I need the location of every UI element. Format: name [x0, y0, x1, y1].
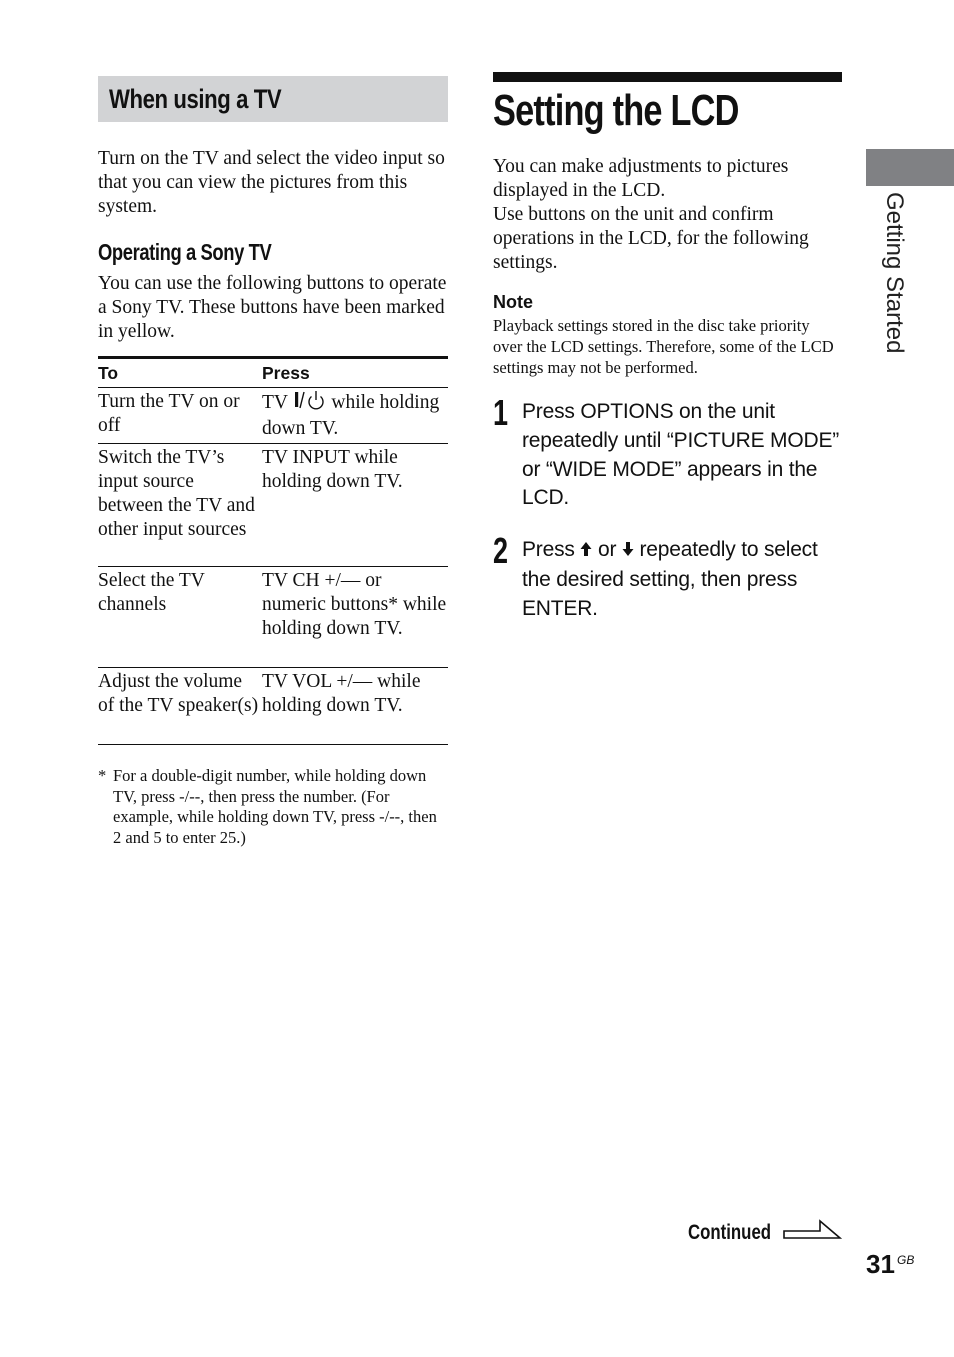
step-text-a: Press	[522, 538, 581, 561]
sub-heading-operating-sony-tv: Operating a Sony TV	[98, 239, 272, 265]
column-header-to: To	[98, 356, 262, 388]
note-text: Playback settings stored in the disc tak…	[493, 316, 834, 377]
page-number-suffix: GB	[897, 1253, 915, 1267]
continued-arrow-icon	[782, 1218, 843, 1247]
table-row: Switch the TV’s input source between the…	[98, 443, 448, 567]
intro-line-2: Use buttons on the unit and confirm oper…	[493, 204, 809, 273]
intro-paragraph: Turn on the TV and select the video inpu…	[98, 148, 445, 217]
table-header-row: To Press	[98, 356, 448, 388]
step-text: Press OPTIONS on the unit repeatedly unt…	[522, 400, 840, 510]
cell-to: Adjust the volume of the TV speaker(s)	[98, 667, 262, 745]
continued-indicator: Continued	[688, 1218, 843, 1247]
table-row: Adjust the volume of the TV speaker(s) T…	[98, 667, 448, 745]
footnote-marker: *	[98, 766, 107, 785]
down-arrow-icon	[622, 537, 634, 566]
footnote: * For a double-digit number, while holdi…	[98, 766, 448, 849]
table-row: Turn the TV on or off TV while holding d…	[98, 387, 448, 444]
page-number: 31	[866, 1249, 895, 1279]
page-title: Setting the LCD	[493, 86, 739, 135]
cell-to: Select the TV channels	[98, 566, 262, 668]
step-number: 2	[493, 530, 509, 571]
tv-operation-table: To Press Turn the TV on or off TV while …	[98, 356, 448, 745]
sub-body-paragraph: You can use the following buttons to ope…	[98, 273, 447, 342]
power-toggle-icon	[293, 390, 327, 417]
step-text: Press or repeatedly to select the desire…	[522, 536, 842, 623]
footnote-text: For a double-digit number, while holding…	[113, 766, 437, 848]
up-arrow-icon	[580, 537, 592, 566]
cell-press: TV CH +/— or numeric buttons* while hold…	[262, 566, 448, 668]
note-label: Note	[493, 292, 533, 312]
section-header-when-using-tv: When using a TV	[98, 76, 448, 122]
continued-label: Continued	[688, 1220, 772, 1244]
cell-press: TV VOL +/— while holding down TV.	[262, 667, 448, 745]
cell-to: Turn the TV on or off	[98, 387, 262, 444]
right-column: Setting the LCD You can make adjustments…	[493, 72, 842, 620]
cell-press: TV while holding down TV.	[262, 387, 448, 444]
step-number: 1	[493, 392, 509, 433]
cell-press: TV INPUT while holding down TV.	[262, 443, 448, 567]
side-tab-label: Getting Started	[881, 192, 908, 354]
intro-line-1: You can make adjustments to pictures dis…	[493, 156, 789, 201]
title-rule	[493, 72, 842, 82]
section-title: When using a TV	[109, 84, 282, 114]
cell-to: Switch the TV’s input source between the…	[98, 443, 262, 567]
table-row: Select the TV channels TV CH +/— or nume…	[98, 566, 448, 668]
column-header-press: Press	[262, 356, 448, 388]
press-prefix: TV	[262, 392, 293, 413]
step-text-b: or	[592, 538, 622, 561]
left-column: When using a TV Turn on the TV and selec…	[98, 76, 448, 847]
right-intro-paragraph: You can make adjustments to pictures dis…	[493, 155, 842, 275]
side-tab-marker	[866, 149, 954, 186]
